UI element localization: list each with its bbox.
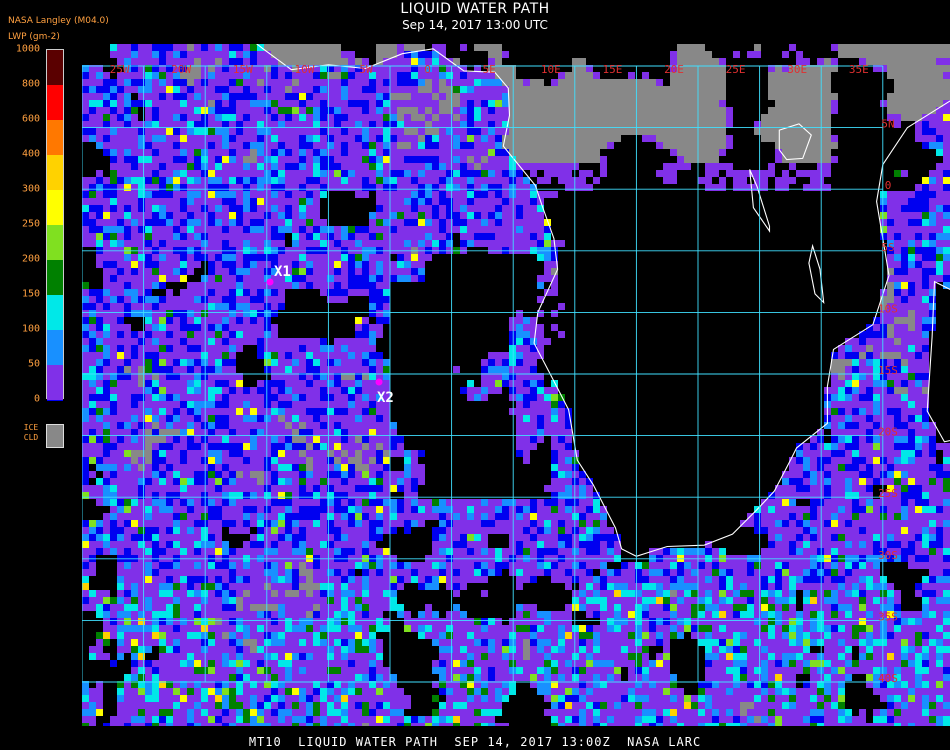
longitude-label: 5E — [483, 63, 496, 76]
ice-label-line1: ICE — [23, 423, 39, 432]
latitude-label: 30S — [878, 549, 898, 562]
map-timestamp: Sep 14, 2017 13:00 UTC — [402, 18, 548, 32]
latitude-label: 25S — [878, 487, 898, 500]
legend-swatch — [47, 85, 63, 121]
longitude-label: 25E — [726, 63, 746, 76]
longitude-label: 15W — [233, 63, 253, 76]
longitude-label: 0 — [424, 63, 431, 76]
legend-label: 1000 — [15, 43, 40, 55]
legend-swatch — [47, 365, 63, 400]
legend-label: 0 — [33, 393, 40, 405]
longitude-label: 35E — [849, 63, 869, 76]
map-title: LIQUID WATER PATH — [400, 1, 550, 17]
ice-label-line2: CLD — [23, 433, 39, 442]
marker-label: X1 — [274, 264, 291, 280]
latitude-label: 0 — [885, 179, 892, 192]
legend-label: 600 — [21, 113, 40, 125]
legend-swatch — [47, 260, 63, 296]
legend-swatch — [47, 295, 63, 331]
latitude-label: 40S — [878, 672, 898, 685]
liquid-water-path-viewer: LIQUID WATER PATH Sep 14, 2017 13:00 UTC… — [0, 0, 950, 750]
ice-cloud-label: ICE CLD — [22, 423, 40, 443]
longitude-label: 20E — [664, 63, 684, 76]
latitude-label: 10S — [878, 302, 898, 315]
legend-swatch — [47, 190, 63, 226]
lwp-map[interactable]: 25W 20W 15W 10W 5W 0 5E 10E 15E 20E 25E 30E 35E 5N 0 5S… — [82, 44, 950, 726]
latitude-label: 20S — [878, 426, 898, 439]
longitude-label: 10E — [541, 63, 561, 76]
legend-label: 100 — [21, 323, 40, 335]
marker-label: X2 — [377, 390, 394, 406]
longitude-label: 20W — [171, 63, 191, 76]
legend-label: 200 — [21, 253, 40, 265]
latitude-label: 5S — [881, 241, 894, 254]
color-legend — [46, 49, 64, 401]
latitude-label: 5N — [881, 118, 894, 131]
longitude-label: 15E — [602, 63, 622, 76]
legend-swatch — [47, 155, 63, 191]
legend-label: 400 — [21, 148, 40, 160]
legend-swatch — [47, 120, 63, 156]
legend-label: 300 — [21, 183, 40, 195]
legend-swatch — [47, 50, 63, 86]
legend-label: 250 — [21, 218, 40, 230]
legend-swatch — [47, 330, 63, 366]
longitude-label: 30E — [787, 63, 807, 76]
longitude-label: 5W — [359, 63, 373, 76]
data-source-label: NASA Langley (M04.0) — [8, 16, 109, 26]
legend-label: 150 — [21, 288, 40, 300]
units-label: LWP (gm-2) — [8, 32, 60, 42]
latitude-label: 35S — [878, 610, 898, 623]
latitude-label: 15S — [878, 364, 898, 377]
legend-swatch — [47, 225, 63, 261]
marker-dot — [266, 278, 274, 286]
longitude-label: 25W — [110, 63, 130, 76]
legend-label: 50 — [27, 358, 40, 370]
legend-label: 800 — [21, 78, 40, 90]
longitude-label: 10W — [294, 63, 314, 76]
footer-caption: MT10 LIQUID WATER PATH SEP 14, 2017 13:0… — [248, 735, 702, 749]
marker-dot — [375, 378, 383, 386]
ice-cloud-swatch — [46, 424, 64, 448]
